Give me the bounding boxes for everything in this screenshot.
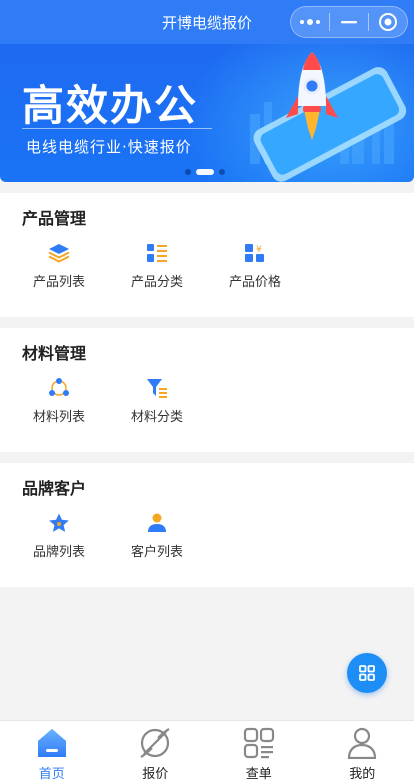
section-title: 品牌客户 bbox=[22, 479, 87, 498]
tab-label: 首页 bbox=[38, 767, 65, 780]
planet-icon bbox=[104, 725, 208, 761]
star-icon bbox=[10, 511, 108, 535]
product-list-button[interactable]: 产品列表 bbox=[10, 241, 108, 290]
section-title: 产品管理 bbox=[22, 209, 87, 228]
tab-orders[interactable]: 查单 bbox=[207, 721, 311, 780]
grid-menu-icon bbox=[359, 665, 375, 681]
material-list-button[interactable]: 材料列表 bbox=[10, 376, 108, 425]
minimize-button[interactable] bbox=[330, 7, 368, 37]
filter-icon bbox=[108, 376, 206, 400]
minimize-icon bbox=[341, 21, 357, 24]
tab-label: 查单 bbox=[245, 767, 272, 780]
tab-home[interactable]: 首页 bbox=[0, 721, 104, 780]
section-brand-customer: 品牌客户 品牌列表 客户列表 bbox=[0, 463, 414, 587]
section-title: 材料管理 bbox=[22, 344, 87, 363]
floating-menu-button[interactable] bbox=[347, 653, 387, 693]
item-label: 产品分类 bbox=[130, 275, 183, 290]
banner-subline: 电线电缆行业·快速报价 bbox=[26, 138, 192, 156]
grid-list-icon bbox=[207, 725, 311, 761]
more-dots-icon bbox=[300, 19, 320, 25]
item-label: 产品列表 bbox=[32, 275, 85, 290]
section-material-management: 材料管理 材料列表 材料分类 bbox=[0, 328, 414, 452]
tab-label: 我的 bbox=[349, 767, 376, 780]
item-label: 产品价格 bbox=[228, 275, 281, 290]
customer-list-button[interactable]: 客户列表 bbox=[108, 511, 206, 560]
nav-header: 开博电缆报价 bbox=[0, 0, 414, 44]
item-label: 材料列表 bbox=[32, 410, 85, 425]
network-dots-icon bbox=[10, 376, 108, 400]
carousel-dot[interactable] bbox=[219, 169, 225, 175]
banner-headline: 高效办公 bbox=[22, 81, 199, 130]
close-target-icon bbox=[379, 13, 397, 31]
carousel-indicators bbox=[185, 169, 225, 175]
user-icon bbox=[108, 511, 206, 535]
banner-divider bbox=[22, 128, 212, 129]
bottom-tabbar: 首页 报价 查单 我的 bbox=[0, 720, 414, 780]
brand-list-button[interactable]: 品牌列表 bbox=[10, 511, 108, 560]
carousel-dot[interactable] bbox=[185, 169, 191, 175]
layers-icon bbox=[10, 241, 108, 265]
carousel-dot-active[interactable] bbox=[196, 169, 214, 175]
home-icon bbox=[0, 725, 104, 761]
item-label: 客户列表 bbox=[130, 545, 183, 560]
category-list-icon bbox=[108, 241, 206, 265]
mini-program-capsule bbox=[290, 6, 408, 38]
svg-text:¥: ¥ bbox=[256, 245, 262, 255]
product-price-button[interactable]: ¥ 产品价格 bbox=[206, 241, 304, 290]
more-button[interactable] bbox=[291, 7, 329, 37]
tab-quote[interactable]: 报价 bbox=[104, 721, 208, 780]
tab-mine[interactable]: 我的 bbox=[311, 721, 414, 780]
close-button[interactable] bbox=[369, 7, 407, 37]
material-category-button[interactable]: 材料分类 bbox=[108, 376, 206, 425]
product-category-button[interactable]: 产品分类 bbox=[108, 241, 206, 290]
person-icon bbox=[311, 725, 414, 761]
tab-label: 报价 bbox=[142, 767, 169, 780]
price-grid-icon: ¥ bbox=[206, 241, 304, 265]
section-product-management: 产品管理 产品列表 产品分类 ¥ 产品价格 bbox=[0, 193, 414, 317]
banner-carousel[interactable]: 高效办公 电线电缆行业·快速报价 bbox=[0, 44, 414, 182]
item-label: 材料分类 bbox=[130, 410, 183, 425]
item-label: 品牌列表 bbox=[32, 545, 85, 560]
